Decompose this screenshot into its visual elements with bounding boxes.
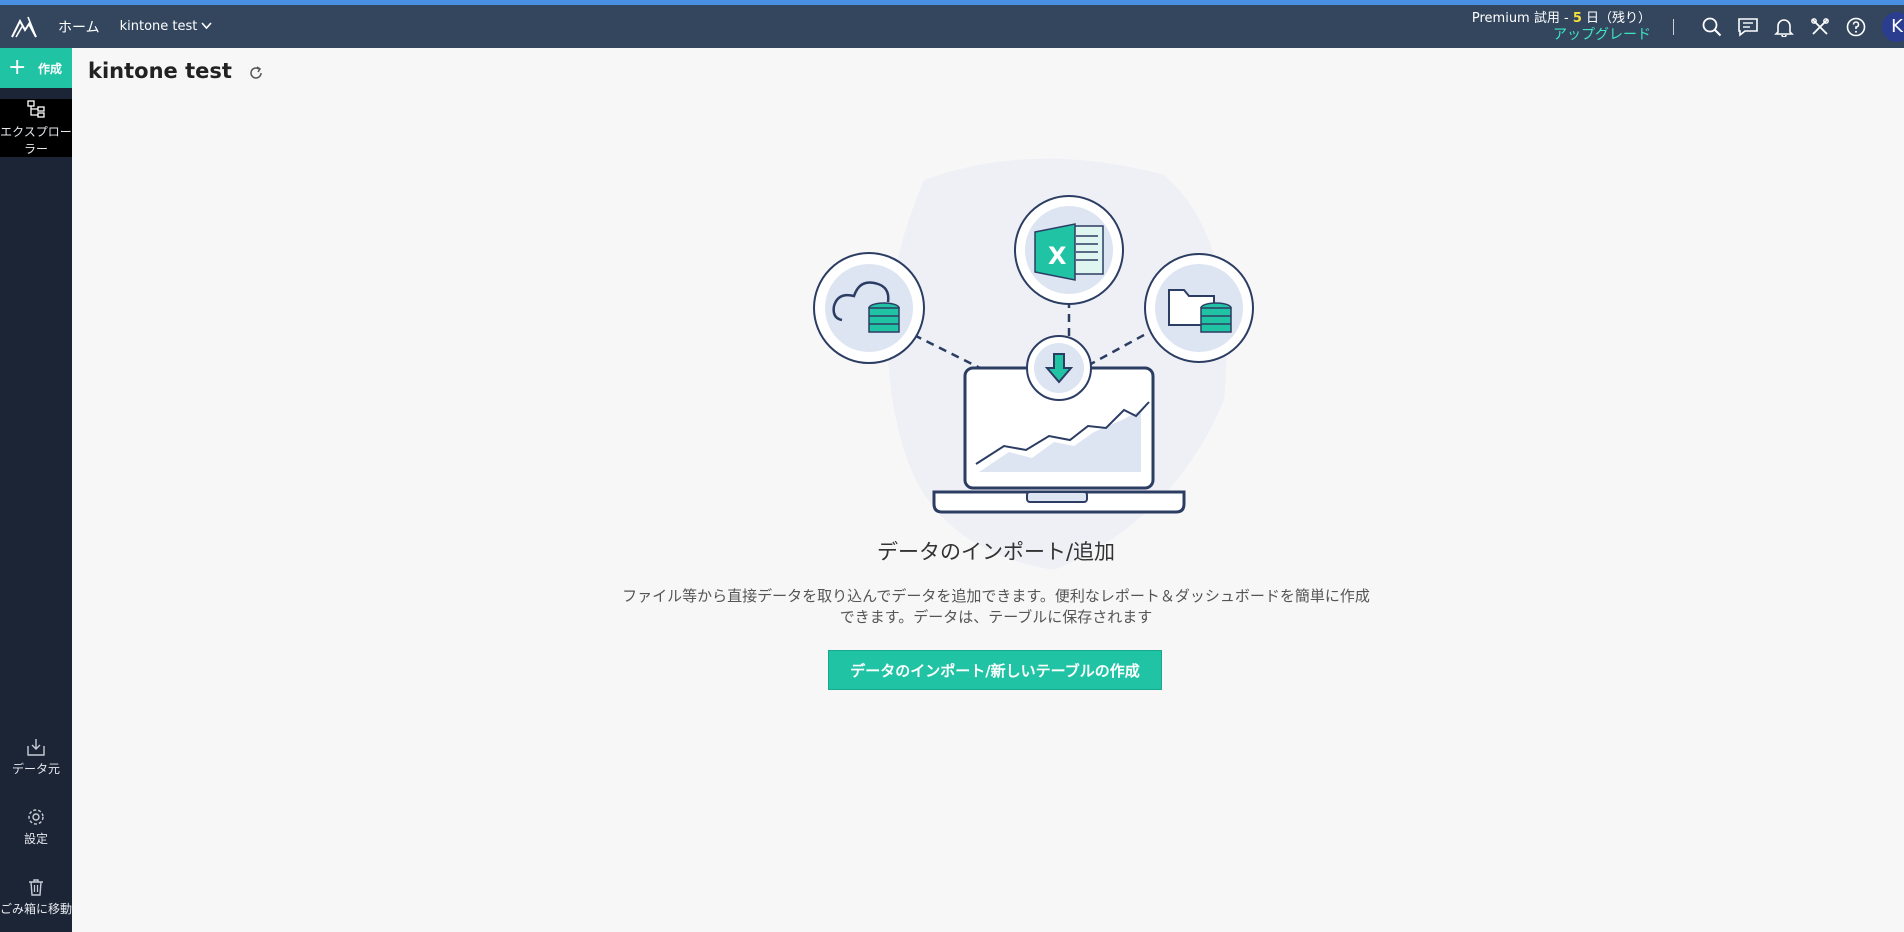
plus-icon: +: [8, 55, 27, 80]
sidebar-item-settings[interactable]: 設定: [0, 792, 72, 862]
refresh-icon[interactable]: [245, 62, 267, 84]
sidebar-item-label: データ元: [11, 762, 60, 776]
top-bar: ホーム kintone test Premium 試用 - 5 日（残り） アッ…: [0, 0, 1904, 48]
comment-icon[interactable]: [1730, 9, 1766, 45]
create-label: 作成: [37, 61, 62, 76]
help-icon[interactable]: [1838, 9, 1874, 45]
trial-prefix: Premium 試用 -: [1471, 10, 1573, 26]
trial-days: 5: [1572, 10, 1582, 26]
left-sidebar: + 作成 エクスプローラー データ元 設定 ごみ箱に移動: [0, 48, 72, 932]
sidebar-item-trash[interactable]: ごみ箱に移動: [0, 862, 72, 932]
create-button[interactable]: + 作成: [0, 48, 72, 88]
upgrade-link[interactable]: アップグレード: [1472, 27, 1651, 44]
import-illustration: X: [784, 120, 1284, 580]
sidebar-bottom: データ元 設定 ごみ箱に移動: [0, 722, 72, 932]
main-content: kintone test X データのインポート/追加 ファイル等から直接データ…: [72, 48, 1904, 932]
divider: [1673, 18, 1674, 35]
trial-suffix: 日（残り）: [1581, 10, 1651, 26]
bell-icon[interactable]: [1766, 9, 1802, 45]
import-new-table-button[interactable]: データのインポート/新しいテーブルの作成: [828, 650, 1162, 690]
sidebar-item-label: 設定: [23, 832, 48, 846]
gear-icon: [26, 807, 46, 830]
empty-state-description: ファイル等から直接データを取り込んでデータを追加できます。便利なレポート＆ダッシ…: [582, 586, 1410, 628]
workspace-dropdown[interactable]: kintone test: [120, 19, 213, 34]
sidebar-item-label: ごみ箱に移動: [0, 902, 73, 916]
empty-state-title: データのインポート/追加: [876, 540, 1116, 564]
app-logo-icon[interactable]: [0, 5, 48, 48]
sidebar-item-explorer[interactable]: エクスプローラー: [0, 99, 72, 157]
trash-icon: [26, 877, 46, 900]
workspace-label: kintone test: [119, 19, 198, 34]
svg-text:X: X: [1048, 242, 1067, 270]
sidebar-item-label: エクスプローラー: [0, 124, 72, 156]
chevron-down-icon: [201, 19, 212, 34]
empty-state-description-line-1: ファイル等から直接データを取り込んでデータを追加できます。便利なレポート＆ダッシ…: [622, 587, 1370, 605]
page-title: kintone test: [88, 59, 232, 83]
tools-icon[interactable]: [1802, 9, 1838, 45]
nav-home-link[interactable]: ホーム: [58, 17, 100, 37]
trial-status: Premium 試用 - 5 日（残り） アップグレード: [1472, 10, 1651, 44]
hierarchy-icon: [26, 99, 46, 124]
import-icon: [26, 737, 46, 760]
empty-state-description-line-2: できます。データは、テーブルに保存されます: [839, 608, 1153, 626]
sidebar-item-datasource[interactable]: データ元: [0, 722, 72, 792]
user-avatar[interactable]: K: [1882, 11, 1904, 42]
search-icon[interactable]: [1694, 9, 1730, 45]
